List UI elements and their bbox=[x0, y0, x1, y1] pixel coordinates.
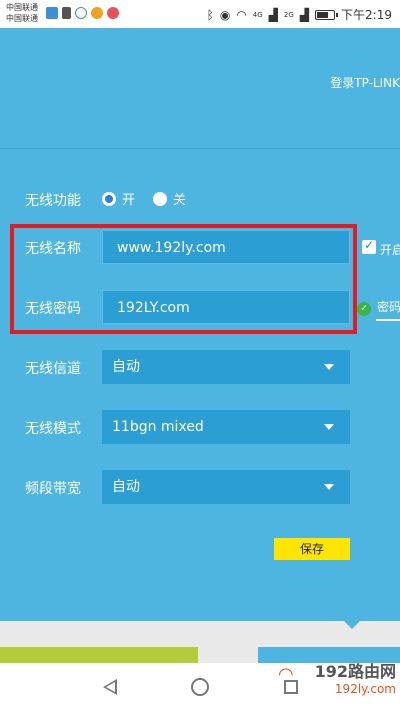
signal-icon: ▟ bbox=[268, 7, 278, 22]
wireless-settings-panel: 无线功能 开 关 无线名称 www.192ly.com 无线密码 192LY.c… bbox=[0, 149, 400, 621]
message-icon bbox=[46, 7, 58, 19]
side-password-label: 密码 bbox=[377, 300, 400, 314]
wireless-channel-label: 无线信道 bbox=[25, 361, 81, 377]
bandwidth-select[interactable]: 自动 bbox=[102, 470, 350, 504]
side-underline bbox=[376, 319, 400, 321]
clock: 下午2:19 bbox=[341, 8, 392, 22]
radio-on-label: 开 bbox=[122, 193, 136, 208]
weibo-icon bbox=[107, 7, 119, 19]
network-type-label-2: 2G bbox=[283, 10, 294, 19]
wireless-mode-value: 11bgn mixed bbox=[112, 419, 204, 435]
caret-down-icon bbox=[324, 364, 334, 370]
wifi-icon: ◠ bbox=[236, 7, 247, 22]
wireless-function-label: 无线功能 bbox=[25, 193, 81, 209]
network-type-label: 4G bbox=[252, 10, 263, 19]
notification-icon bbox=[75, 7, 87, 19]
green-tab-bar[interactable] bbox=[0, 647, 198, 663]
header-band: 登录TP-LINK bbox=[0, 28, 400, 148]
notch-indicator bbox=[344, 621, 360, 629]
eye-icon: ◉ bbox=[219, 7, 231, 22]
checkmark-circle-icon: ✓ bbox=[357, 302, 371, 316]
highlight-annotation-box bbox=[10, 224, 357, 334]
radio-off[interactable] bbox=[153, 191, 168, 206]
bluetooth-icon: ᛒ bbox=[206, 7, 214, 22]
sd-card-icon bbox=[62, 7, 71, 19]
status-right: ᛒ ◉ ◠ 4G ▟ 2G ▟ 下午2:19 bbox=[207, 6, 392, 23]
bandwidth-value: 自动 bbox=[112, 479, 140, 495]
signal-icon-2: ▟ bbox=[299, 7, 310, 22]
carrier-label-1: 中国联通 bbox=[6, 3, 38, 12]
watermark-title: 192路由网 bbox=[314, 662, 396, 681]
watermark-url: 192ly.com bbox=[334, 682, 396, 696]
wireless-function-radio-group: 开 关 bbox=[102, 189, 198, 208]
carrier-label-2: 中国联通 bbox=[6, 14, 38, 23]
login-tplink-link[interactable]: 登录TP-LINK bbox=[330, 74, 400, 91]
wireless-mode-select[interactable]: 11bgn mixed bbox=[102, 410, 350, 444]
status-bar: 中国联通 中国联通 ᛒ ◉ ◠ 4G ▟ 2G ▟ 下午2:19 bbox=[0, 0, 400, 28]
open-checkbox-label: 开启 bbox=[380, 243, 400, 257]
battery-icon bbox=[315, 9, 339, 20]
bandwidth-label: 频段带宽 bbox=[25, 481, 81, 497]
caret-down-icon bbox=[324, 424, 334, 430]
wireless-channel-select[interactable]: 自动 bbox=[102, 350, 350, 384]
battery-level bbox=[317, 11, 328, 18]
radio-on[interactable] bbox=[102, 191, 116, 206]
wireless-channel-value: 自动 bbox=[112, 359, 140, 375]
home-icon[interactable] bbox=[191, 678, 209, 696]
notification-icons bbox=[46, 7, 119, 19]
wifi-logo-icon: ◠ bbox=[278, 664, 294, 685]
watermark-logo: ◠ 192路由网 192ly.com bbox=[278, 658, 396, 696]
weibo-icon bbox=[91, 7, 103, 19]
back-icon-inner bbox=[106, 682, 115, 692]
radio-off-label: 关 bbox=[173, 193, 187, 208]
save-button[interactable]: 保存 bbox=[274, 538, 350, 560]
caret-down-icon bbox=[324, 484, 334, 490]
open-checkbox[interactable]: ✓ bbox=[362, 238, 376, 254]
wireless-mode-label: 无线模式 bbox=[25, 421, 81, 437]
check-icon: ✓ bbox=[364, 238, 375, 252]
